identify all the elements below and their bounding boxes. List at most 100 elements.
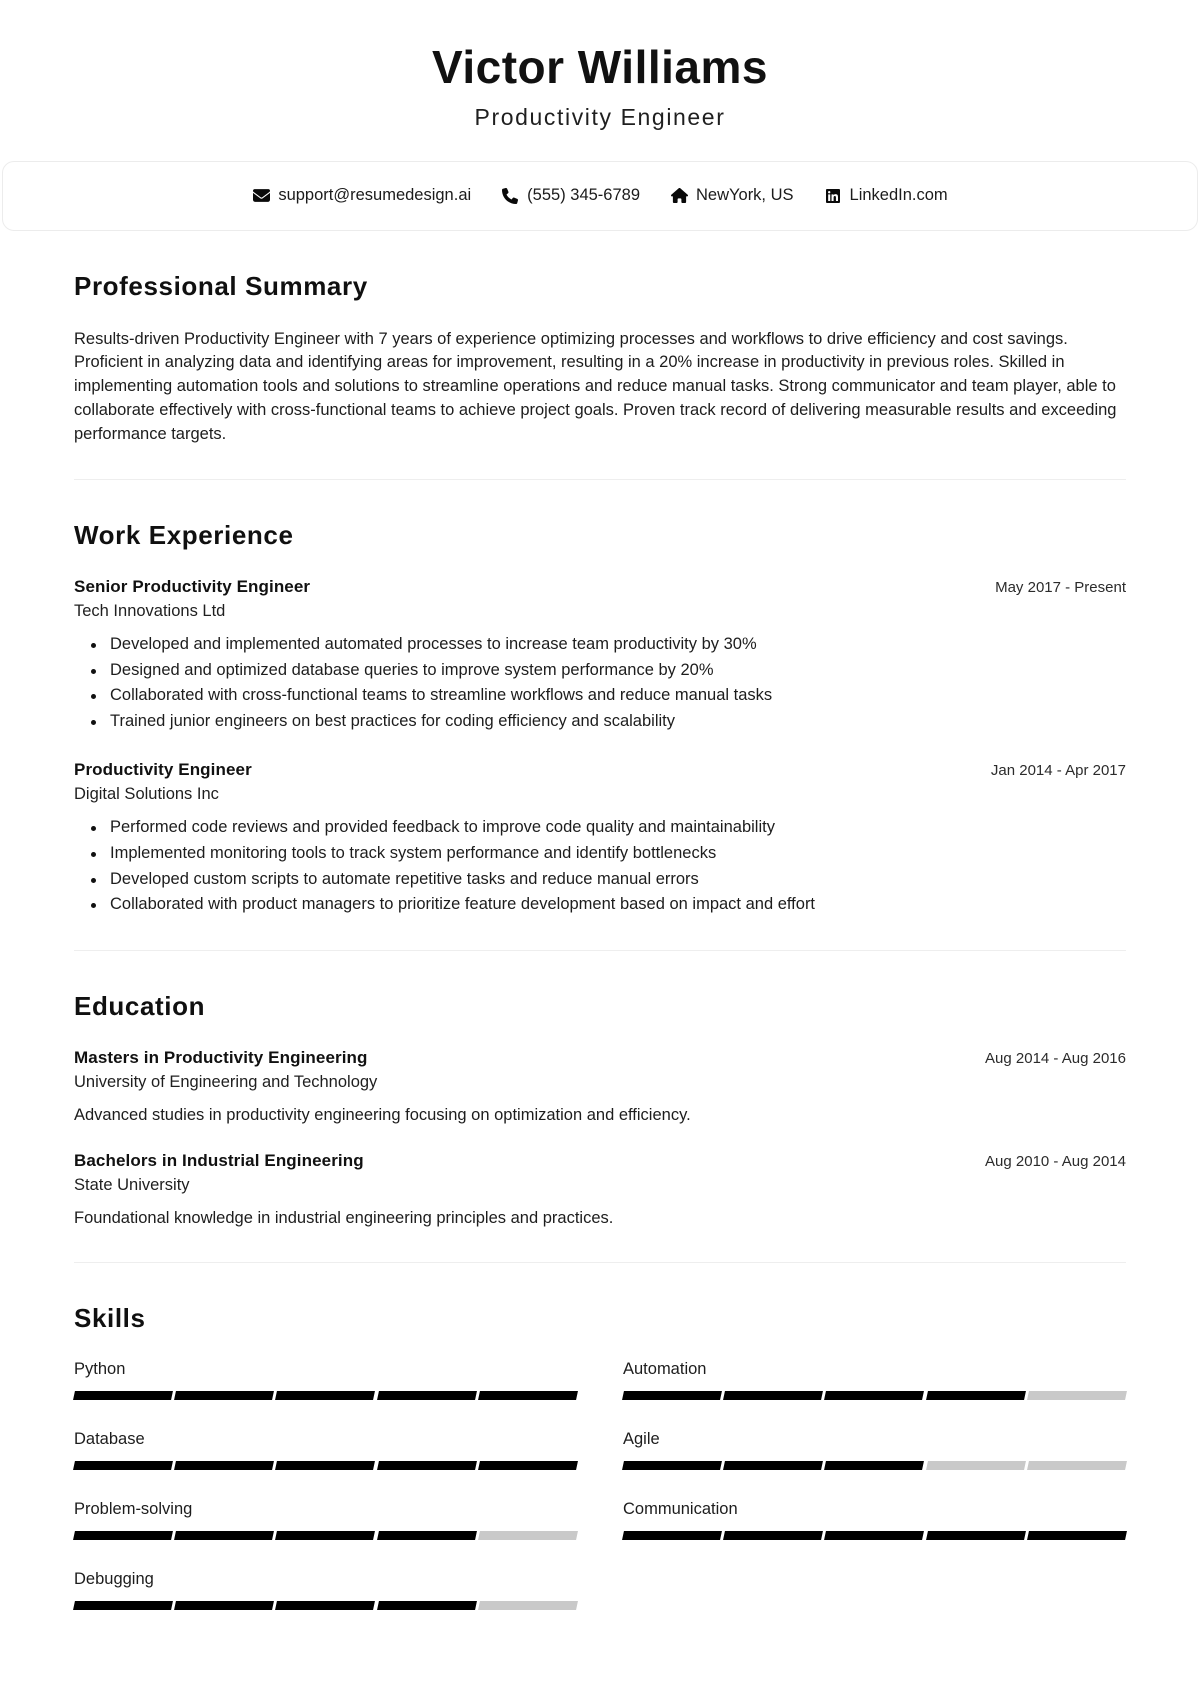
contact-email-label: support@resumedesign.ai [278, 186, 472, 205]
skills-grid: Python Automation Database Agile Problem [73, 1359, 1127, 1640]
education-date-range: Aug 2014 - Aug 2016 [985, 1049, 1126, 1067]
skill-segment-filled [723, 1530, 824, 1540]
skill-segment-filled [174, 1600, 275, 1610]
section-title-skills: Skills [74, 1302, 146, 1333]
home-icon [670, 187, 688, 205]
education-description: Advanced studies in productivity enginee… [74, 1105, 691, 1124]
list-item: Developed and implemented automated proc… [91, 632, 1126, 658]
linkedin-icon [824, 187, 842, 205]
skill-item: Database [73, 1430, 578, 1500]
candidate-role: Productivity Engineer [474, 103, 726, 130]
skill-segment-filled [477, 1460, 578, 1470]
skill-segment-empty [925, 1460, 1026, 1470]
experience-company: Digital Solutions Inc [74, 785, 219, 804]
experience-date-range: Jan 2014 - Apr 2017 [990, 762, 1126, 780]
skill-segment-empty [1026, 1460, 1127, 1470]
experience-bullet-list: Developed and implemented automated proc… [74, 632, 1126, 734]
contact-phone-label: (555) 345-6789 [527, 186, 641, 205]
resume-content: Professional Summary Results-driven Prod… [0, 231, 1200, 1660]
skill-label: Communication [623, 1499, 738, 1518]
skill-segment-filled [275, 1390, 376, 1400]
list-item: Developed custom scripts to automate rep… [91, 867, 1126, 893]
skill-segment-filled [73, 1600, 174, 1610]
skill-segment-filled [824, 1530, 925, 1540]
skill-segment-filled [1026, 1530, 1127, 1540]
experience-entry-head: Senior Productivity Engineer May 2017 - … [74, 577, 1126, 597]
contact-location-label: NewYork, US [696, 186, 794, 205]
skill-item: Communication [622, 1499, 1127, 1570]
education-entry: Masters in Productivity Engineering Aug … [74, 1048, 1126, 1127]
candidate-name: Victor Williams [431, 41, 768, 93]
education-entry-head: Masters in Productivity Engineering Aug … [74, 1048, 1126, 1068]
skill-level-bar [73, 1530, 578, 1540]
section-title-education: Education [74, 990, 206, 1021]
skill-level-bar [73, 1390, 578, 1400]
skill-segment-filled [824, 1390, 925, 1400]
experience-entry: Productivity Engineer Jan 2014 - Apr 201… [74, 760, 1126, 917]
skill-segment-empty [477, 1600, 578, 1610]
skill-segment-filled [376, 1600, 477, 1610]
skill-segment-filled [925, 1390, 1026, 1400]
skill-segment-filled [376, 1390, 477, 1400]
contact-phone[interactable]: (555) 345-6789 [486, 186, 655, 205]
list-item: Trained junior engineers on best practic… [91, 709, 1126, 735]
skill-segment-filled [723, 1390, 824, 1400]
resume-page: Victor Williams Productivity Engineer su… [0, 0, 1200, 1684]
experience-date-range: May 2017 - Present [995, 579, 1126, 597]
skill-segment-filled [622, 1460, 723, 1470]
skill-item: Debugging [73, 1569, 578, 1640]
skill-label: Python [74, 1359, 126, 1378]
section-skills: Skills Python Automation Database Agile [73, 1263, 1127, 1660]
skill-segment-filled [376, 1460, 477, 1470]
skill-level-bar [622, 1460, 1127, 1470]
list-item: Performed code reviews and provided feed… [91, 815, 1126, 841]
phone-icon [501, 187, 519, 205]
section-professional-summary: Professional Summary Results-driven Prod… [74, 231, 1126, 481]
skill-segment-filled [477, 1390, 578, 1400]
contact-email[interactable]: support@resumedesign.ai [237, 186, 486, 205]
skill-segment-filled [174, 1530, 275, 1540]
experience-entry: Senior Productivity Engineer May 2017 - … [74, 577, 1126, 734]
skill-label: Problem-solving [74, 1499, 193, 1518]
summary-text: Results-driven Productivity Engineer wit… [74, 329, 1117, 444]
skill-item: Python [73, 1359, 578, 1430]
education-entry: Bachelors in Industrial Engineering Aug … [74, 1151, 1126, 1230]
skill-segment-filled [174, 1390, 275, 1400]
skill-label: Debugging [74, 1569, 154, 1588]
section-title-experience: Work Experience [74, 520, 294, 551]
experience-job-title: Productivity Engineer [74, 760, 252, 780]
experience-company: Tech Innovations Ltd [74, 602, 226, 621]
skill-segment-filled [73, 1390, 174, 1400]
contact-bar: support@resumedesign.ai (555) 345-6789 N… [2, 160, 1198, 231]
skill-segment-filled [622, 1390, 723, 1400]
contact-linkedin[interactable]: LinkedIn.com [809, 186, 963, 205]
envelope-icon [252, 187, 270, 205]
contact-linkedin-label: LinkedIn.com [849, 186, 948, 205]
list-item: Designed and optimized database queries … [91, 658, 1126, 684]
skill-level-bar [622, 1530, 1127, 1540]
skill-item: Problem-solving [73, 1499, 578, 1570]
list-item: Implemented monitoring tools to track sy… [91, 841, 1126, 867]
skill-segment-empty [477, 1530, 578, 1540]
education-school: University of Engineering and Technology [74, 1072, 378, 1091]
skill-segment-filled [73, 1530, 174, 1540]
skill-label: Automation [623, 1359, 707, 1378]
list-item: Collaborated with product managers to pr… [91, 892, 1126, 918]
skill-segment-filled [824, 1460, 925, 1470]
section-title-summary: Professional Summary [74, 270, 368, 301]
list-item: Collaborated with cross-functional teams… [91, 683, 1126, 709]
experience-entry-head: Productivity Engineer Jan 2014 - Apr 201… [74, 760, 1126, 780]
skill-segment-filled [275, 1460, 376, 1470]
skill-segment-filled [376, 1530, 477, 1540]
skill-segment-filled [275, 1530, 376, 1540]
skill-level-bar [73, 1460, 578, 1470]
experience-bullet-list: Performed code reviews and provided feed… [74, 815, 1126, 917]
education-description: Foundational knowledge in industrial eng… [74, 1208, 614, 1227]
skill-segment-filled [174, 1460, 275, 1470]
education-degree: Masters in Productivity Engineering [74, 1047, 368, 1067]
skill-segment-filled [73, 1460, 174, 1470]
skill-level-bar [73, 1600, 578, 1610]
skill-level-bar [622, 1390, 1127, 1400]
contact-location[interactable]: NewYork, US [655, 186, 809, 205]
skill-segment-empty [1026, 1390, 1127, 1400]
